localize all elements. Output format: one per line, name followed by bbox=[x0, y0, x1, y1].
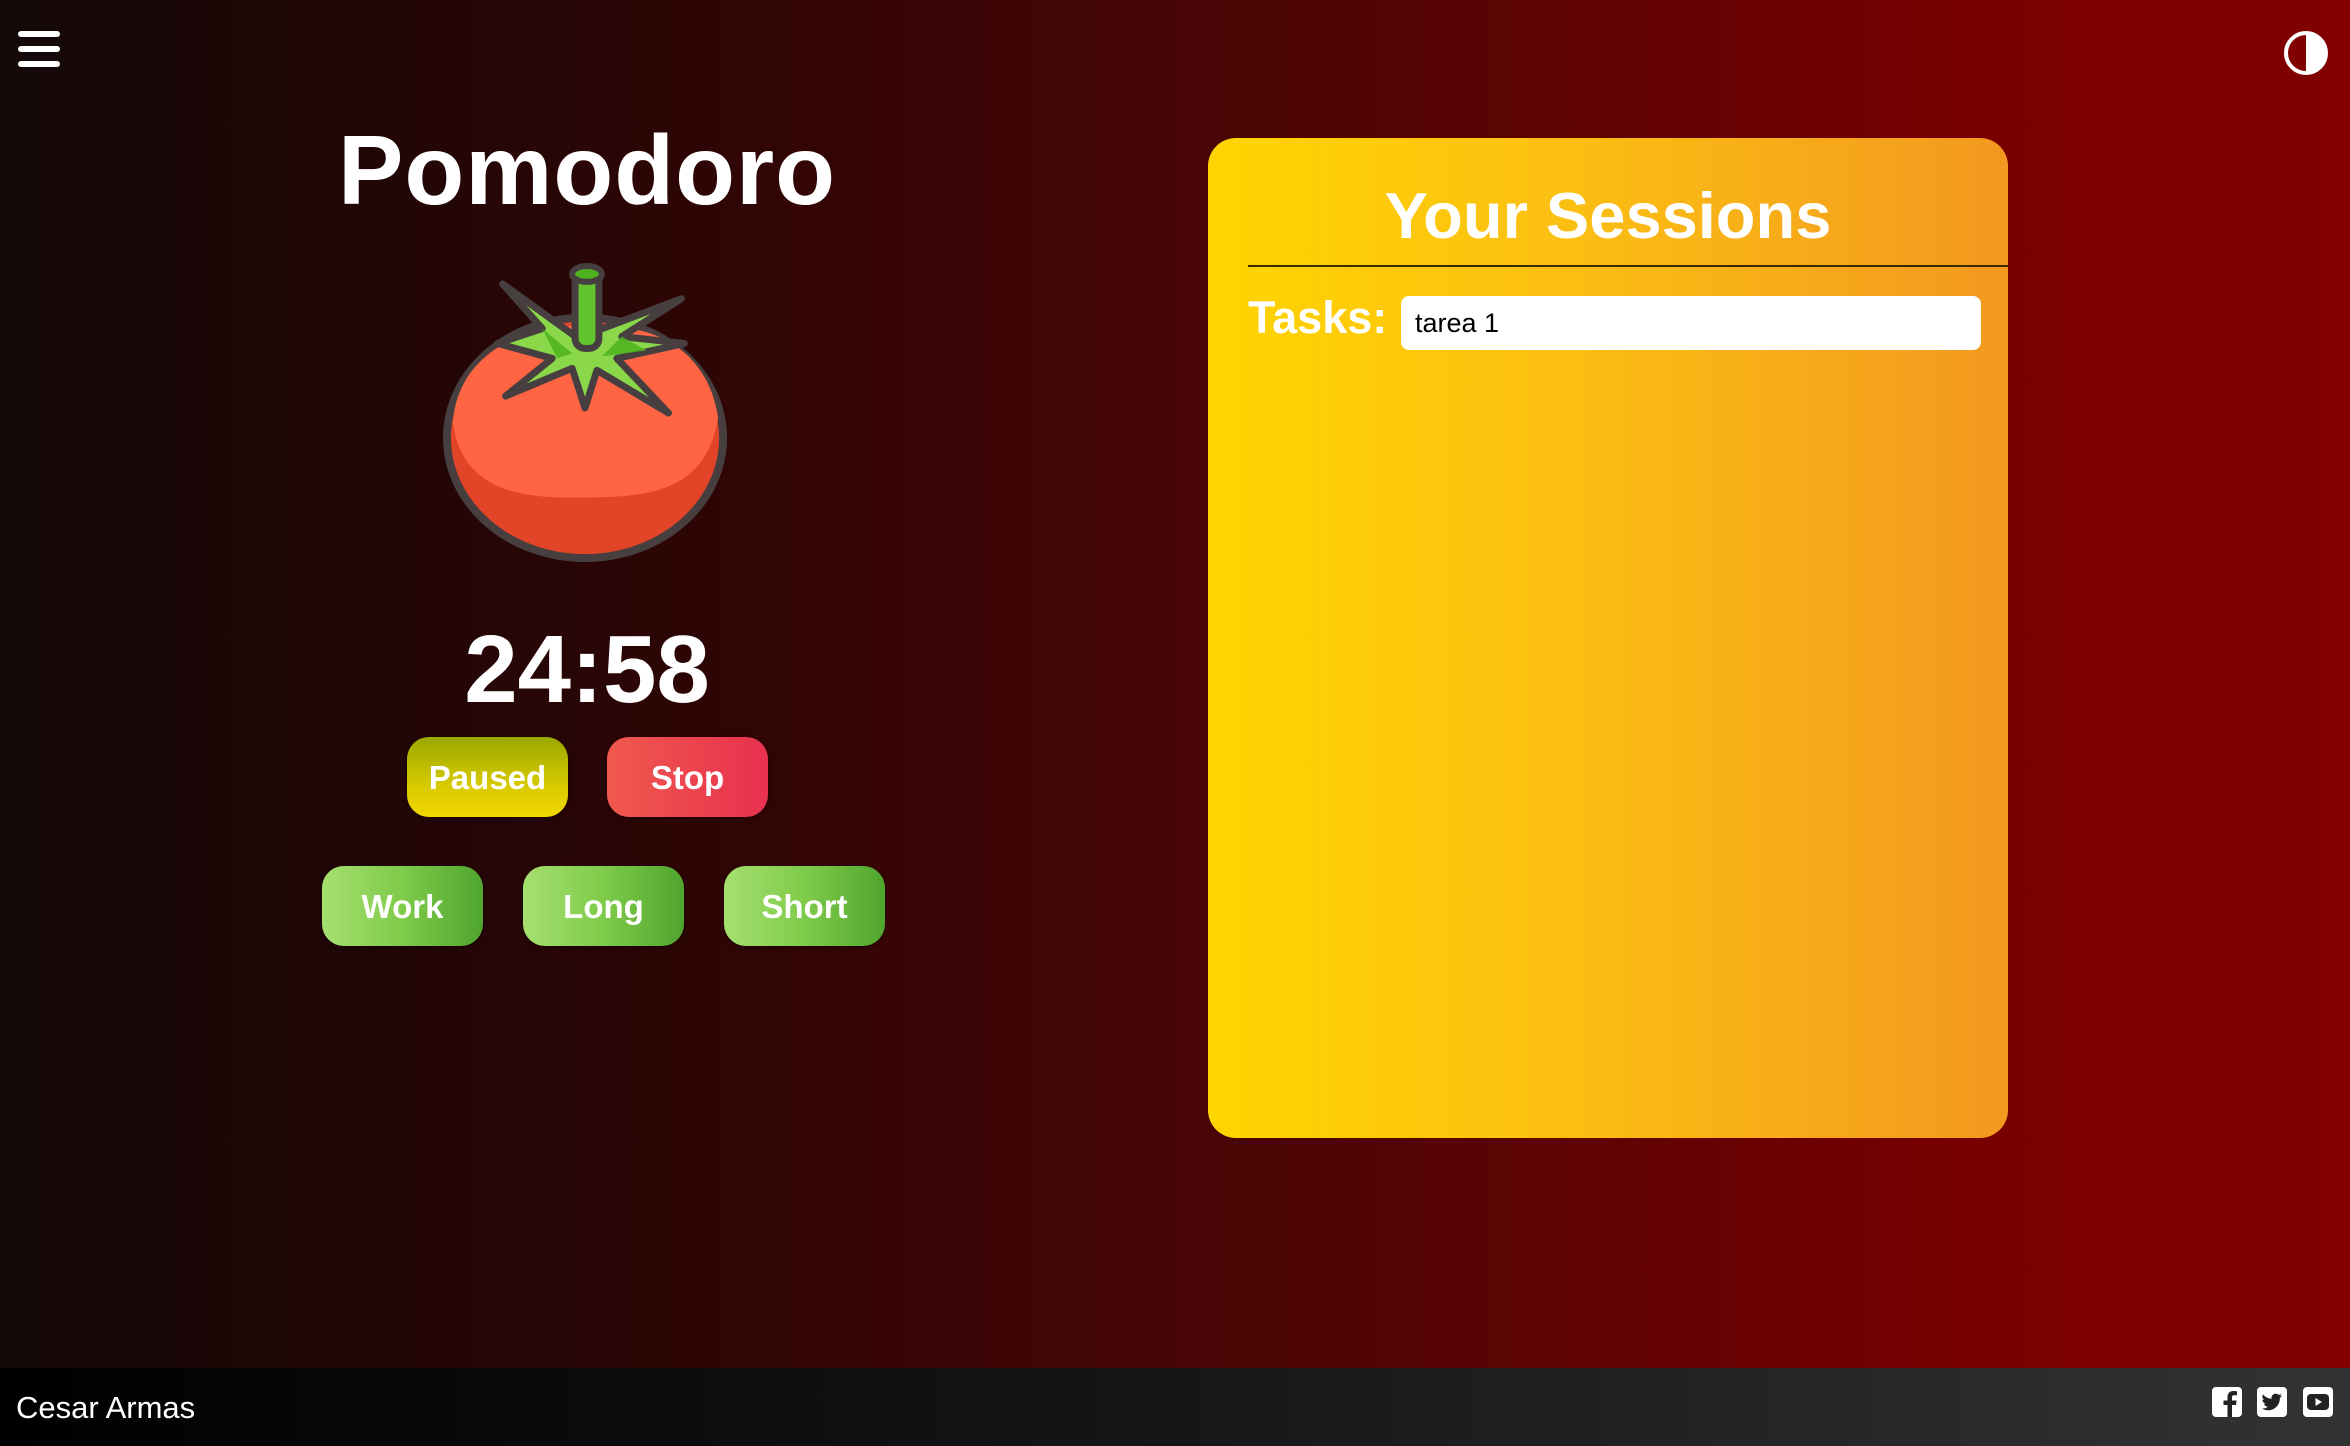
contrast-toggle-icon[interactable] bbox=[2283, 30, 2329, 76]
hamburger-menu-icon[interactable] bbox=[18, 31, 60, 71]
divider bbox=[1248, 265, 2008, 267]
page-title: Pomodoro bbox=[338, 115, 836, 225]
tomato-icon bbox=[442, 263, 728, 563]
long-break-button[interactable]: Long bbox=[523, 866, 684, 946]
short-break-button[interactable]: Short bbox=[724, 866, 885, 946]
tasks-label: Tasks: bbox=[1248, 292, 1388, 343]
twitter-icon[interactable] bbox=[2256, 1386, 2288, 1418]
youtube-icon[interactable] bbox=[2302, 1386, 2334, 1418]
sessions-title: Your Sessions bbox=[1384, 179, 1832, 252]
sessions-panel: Your Sessions Tasks: bbox=[1208, 138, 2008, 1138]
stop-button[interactable]: Stop bbox=[607, 737, 768, 817]
footer: Cesar Armas bbox=[0, 1368, 2350, 1446]
facebook-icon[interactable] bbox=[2211, 1386, 2243, 1418]
countdown-timer: 24:58 bbox=[464, 616, 710, 723]
task-input[interactable] bbox=[1401, 296, 1981, 350]
work-mode-button[interactable]: Work bbox=[322, 866, 483, 946]
author-name: Cesar Armas bbox=[16, 1390, 196, 1425]
pause-button[interactable]: Paused bbox=[407, 737, 568, 817]
